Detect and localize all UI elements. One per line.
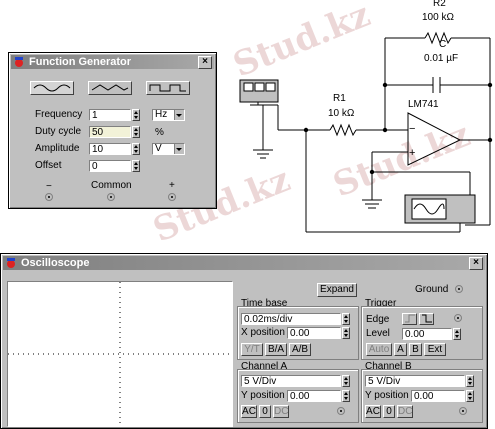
channel-b-dc-button[interactable]: DC bbox=[397, 405, 413, 418]
offset-label: Offset bbox=[35, 160, 62, 171]
ground-label: Ground bbox=[415, 284, 449, 295]
expand-button[interactable]: Expand bbox=[317, 283, 357, 297]
x-position-input[interactable]: 0.00 bbox=[287, 327, 341, 339]
channel-a-ypos-input[interactable]: 0.00 bbox=[287, 390, 341, 402]
svg-text:+: + bbox=[409, 147, 415, 159]
channel-b-ypos-input[interactable]: 0.00 bbox=[411, 390, 465, 402]
plus-terminal-label: + bbox=[169, 180, 175, 191]
level-input[interactable]: 0.00 bbox=[402, 328, 452, 340]
rising-edge-icon bbox=[404, 314, 415, 323]
rising-edge-button[interactable] bbox=[402, 313, 417, 325]
x-position-stepper[interactable] bbox=[342, 327, 350, 339]
common-label: Common bbox=[91, 180, 132, 191]
yt-mode-button[interactable]: Y/T bbox=[241, 343, 263, 356]
trigger-ext-terminal[interactable] bbox=[454, 314, 462, 322]
fg-titlebar[interactable]: Function Generator × bbox=[11, 55, 214, 69]
level-stepper[interactable] bbox=[453, 328, 461, 340]
timebase-input[interactable]: 0.02ms/div bbox=[241, 313, 341, 325]
opamp-label: LM741 bbox=[408, 99, 439, 110]
frequency-label: Frequency bbox=[35, 109, 83, 120]
r2-label: R2 bbox=[433, 0, 446, 9]
channel-a-ypos-stepper[interactable] bbox=[342, 390, 350, 402]
ba-mode-button[interactable]: B/A bbox=[265, 343, 287, 356]
r2-value: 100 kΩ bbox=[422, 12, 454, 23]
level-label: Level bbox=[366, 328, 390, 339]
ground-terminal[interactable] bbox=[455, 285, 463, 293]
x-position-label: X position bbox=[241, 327, 285, 338]
channel-b-scale-stepper[interactable] bbox=[466, 375, 474, 387]
triangle-wave-button[interactable] bbox=[88, 81, 132, 95]
duty-cycle-stepper[interactable] bbox=[132, 126, 140, 138]
app-icon bbox=[15, 57, 23, 67]
channel-b-ypos-stepper[interactable] bbox=[466, 390, 474, 402]
fg-close-button[interactable]: × bbox=[198, 56, 212, 69]
channel-b-scale-input[interactable]: 5 V/Div bbox=[365, 375, 465, 387]
chevron-down-icon bbox=[174, 144, 184, 154]
oscilloscope-window: Oscilloscope × Expand Ground Time base 0… bbox=[0, 253, 488, 429]
falling-edge-icon bbox=[421, 314, 432, 323]
offset-input[interactable]: 0 bbox=[89, 160, 131, 172]
channel-a-ypos-label: Y position bbox=[241, 390, 285, 401]
offset-stepper[interactable] bbox=[132, 160, 140, 172]
channel-a-dc-button[interactable]: DC bbox=[273, 405, 289, 418]
channel-a-terminal[interactable] bbox=[337, 407, 345, 415]
amplitude-input[interactable]: 10 bbox=[89, 143, 131, 155]
minus-terminal-label: − bbox=[46, 181, 52, 192]
channel-a-scale-stepper[interactable] bbox=[342, 375, 350, 387]
trigger-b-button[interactable]: B bbox=[409, 343, 422, 356]
channel-a-ac-button[interactable]: AC bbox=[241, 405, 257, 418]
edge-label: Edge bbox=[366, 314, 390, 325]
c-value: 0.01 µF bbox=[424, 53, 459, 64]
channel-b-ypos-label: Y position bbox=[365, 390, 409, 401]
frequency-unit-value: Hz bbox=[155, 109, 168, 120]
timebase-stepper[interactable] bbox=[342, 313, 350, 325]
channel-b-zero-button[interactable]: 0 bbox=[383, 405, 395, 418]
duty-cycle-input[interactable]: 50 bbox=[89, 126, 131, 138]
amplitude-unit-value: V bbox=[155, 143, 162, 154]
frequency-unit-select[interactable]: Hz bbox=[152, 109, 185, 121]
channel-a-scale-input[interactable]: 5 V/Div bbox=[241, 375, 341, 387]
amplitude-label: Amplitude bbox=[35, 143, 80, 154]
channel-b-terminal[interactable] bbox=[459, 407, 467, 415]
triangle-wave-icon bbox=[91, 84, 129, 91]
channel-a-zero-button[interactable]: 0 bbox=[259, 405, 271, 418]
r1-label: R1 bbox=[333, 93, 346, 104]
ab-mode-button[interactable]: A/B bbox=[289, 343, 311, 356]
minus-terminal[interactable] bbox=[45, 193, 53, 201]
screen-grid bbox=[8, 282, 232, 426]
oscilloscope-screen bbox=[7, 281, 233, 427]
trigger-ext-button[interactable]: Ext bbox=[424, 343, 446, 356]
square-wave-button[interactable] bbox=[146, 81, 190, 95]
trigger-a-button[interactable]: A bbox=[394, 343, 407, 356]
duty-cycle-unit: % bbox=[155, 127, 164, 138]
channel-b-ac-button[interactable]: AC bbox=[365, 405, 381, 418]
plus-terminal[interactable] bbox=[168, 193, 176, 201]
amplitude-unit-select[interactable]: V bbox=[152, 143, 185, 155]
osc-close-button[interactable]: × bbox=[469, 257, 483, 270]
app-icon bbox=[7, 258, 15, 268]
sine-wave-icon bbox=[33, 84, 71, 92]
amplitude-stepper[interactable] bbox=[132, 143, 140, 155]
duty-cycle-label: Duty cycle bbox=[35, 126, 82, 137]
common-terminal[interactable] bbox=[107, 193, 115, 201]
r1-value: 10 kΩ bbox=[328, 108, 355, 119]
square-wave-icon bbox=[149, 84, 186, 92]
trigger-auto-button[interactable]: Auto bbox=[366, 343, 392, 356]
osc-title: Oscilloscope bbox=[21, 257, 90, 269]
sine-wave-button[interactable] bbox=[30, 81, 74, 95]
c-label: C bbox=[439, 39, 447, 50]
frequency-stepper[interactable] bbox=[132, 109, 140, 121]
function-generator-window: Function Generator × Frequency 1 Hz Duty… bbox=[8, 52, 217, 209]
chevron-down-icon bbox=[174, 110, 184, 120]
osc-titlebar[interactable]: Oscilloscope × bbox=[3, 256, 485, 270]
frequency-input[interactable]: 1 bbox=[89, 109, 131, 121]
svg-text:−: − bbox=[409, 123, 415, 135]
falling-edge-button[interactable] bbox=[419, 313, 434, 325]
fg-title: Function Generator bbox=[29, 56, 132, 68]
